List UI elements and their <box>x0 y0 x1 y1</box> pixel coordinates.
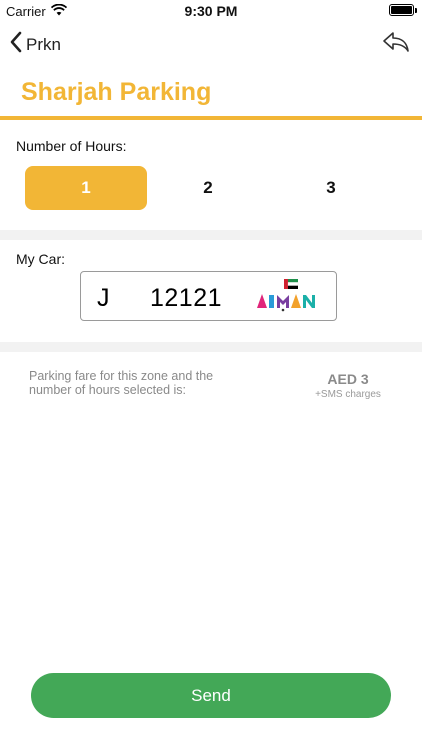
fare-section: Parking fare for this zone and the numbe… <box>0 352 422 412</box>
fare-description: Parking fare for this zone and the numbe… <box>29 369 214 397</box>
navigation-bar: Prkn <box>0 22 422 66</box>
sms-charges-note: +SMS charges <box>315 389 381 400</box>
share-button[interactable] <box>382 30 410 59</box>
hour-option-2[interactable]: 2 <box>147 166 269 210</box>
fare-amount: AED 3 <box>327 371 369 387</box>
section-divider <box>0 230 422 240</box>
hours-section: Number of Hours: 1 2 3 <box>0 124 422 230</box>
section-divider <box>0 342 422 352</box>
plate-letter: J <box>97 284 110 312</box>
send-button[interactable]: Send <box>31 673 391 718</box>
car-label: My Car: <box>16 251 65 267</box>
hour-option-3[interactable]: 3 <box>270 166 392 210</box>
status-time: 9:30 PM <box>184 3 238 19</box>
battery-icon <box>389 4 417 16</box>
zone-title: Sharjah Parking <box>21 78 212 106</box>
car-section: My Car: J 12121 <box>0 240 422 342</box>
hours-label: Number of Hours: <box>16 138 127 154</box>
license-plate[interactable]: J 12121 <box>80 271 337 321</box>
hour-option-1[interactable]: 1 <box>25 166 147 210</box>
reply-arrow-icon <box>382 32 410 58</box>
zone-header: Sharjah Parking <box>0 66 422 120</box>
back-button[interactable]: Prkn <box>10 31 61 58</box>
chevron-left-icon <box>10 31 22 58</box>
plate-number: 12121 <box>150 284 223 312</box>
emirate-logo-icon <box>255 279 329 318</box>
back-label: Prkn <box>26 34 61 54</box>
status-bar: Carrier 9:30 PM <box>0 0 422 22</box>
